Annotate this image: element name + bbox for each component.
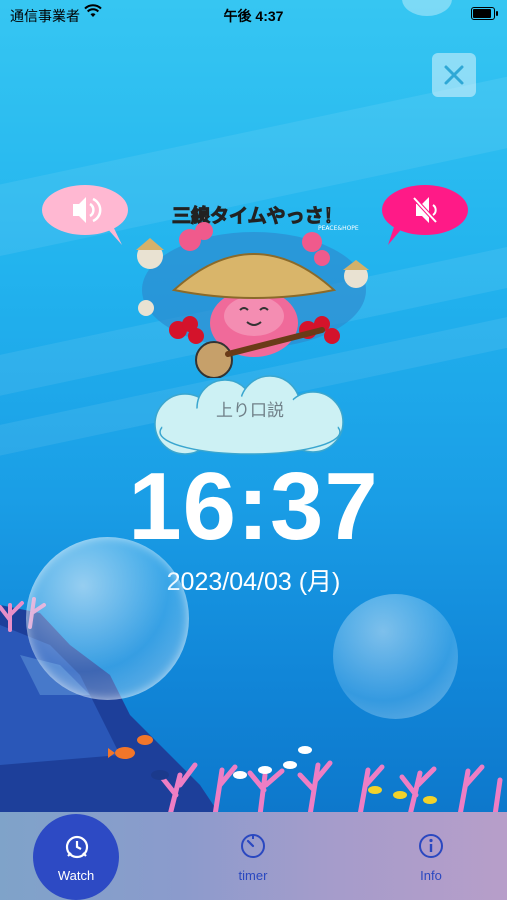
banner-badge: PEACE&HOPE (318, 225, 359, 232)
alarm-clock-icon (65, 835, 89, 859)
timer-icon (241, 834, 265, 858)
battery-level (473, 9, 491, 18)
decorative-bubble (26, 537, 189, 700)
tab-watch[interactable]: Watch (25, 812, 125, 900)
sanshin-character-illustration: 三線タイムやっさ！ PEACE&HOPE (132, 198, 377, 379)
tab-bar: Watch timer Info (0, 812, 507, 900)
close-button[interactable] (432, 53, 476, 97)
sound-on-button[interactable] (40, 183, 130, 245)
banner-title: 三線タイムやっさ！ (172, 204, 343, 227)
tab-watch-label: Watch (57, 868, 95, 883)
decorative-bubble (333, 594, 458, 719)
close-icon (444, 65, 464, 85)
sound-mute-button[interactable] (380, 183, 470, 245)
tab-timer[interactable]: timer (203, 812, 303, 900)
tab-timer-label: timer (238, 868, 268, 883)
watch-screen: 通信事業者 午後 4:37 三線タイムやっさ！ PEACE&HOPE 上り口説 … (0, 0, 507, 900)
info-icon (419, 834, 443, 858)
tab-info[interactable]: Info (381, 812, 481, 900)
battery-icon (471, 7, 498, 20)
tab-info-label: Info (420, 868, 442, 883)
song-title: 上り口説 (216, 401, 284, 420)
